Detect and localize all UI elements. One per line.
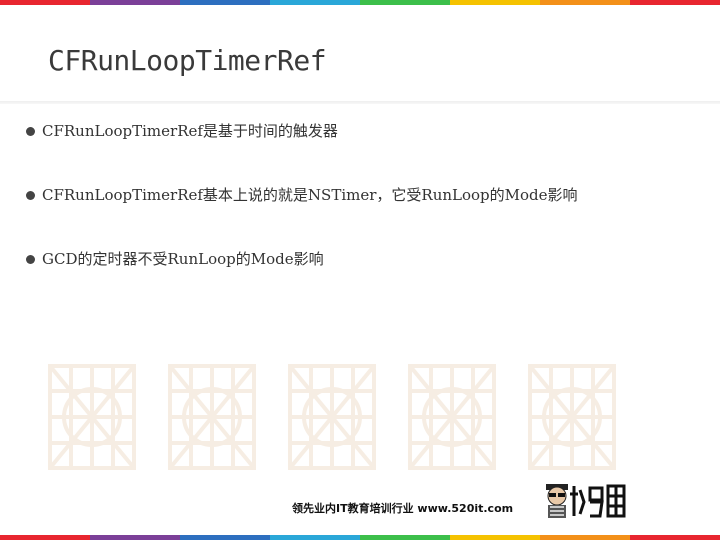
stripe-segment xyxy=(180,535,270,540)
watermark-grid-icon xyxy=(408,364,496,470)
bullet-dot-icon xyxy=(26,127,35,136)
bottom-color-stripe xyxy=(0,535,720,540)
stripe-segment xyxy=(630,0,720,5)
stripe-segment xyxy=(180,0,270,5)
bullet-text: CFRunLoopTimerRef是基于时间的触发器 xyxy=(42,122,338,140)
bullet-item: CFRunLoopTimerRef是基于时间的触发器 xyxy=(24,121,578,141)
top-color-stripe xyxy=(0,0,720,5)
title-divider xyxy=(0,101,720,104)
stripe-segment xyxy=(360,0,450,5)
bullet-item: CFRunLoopTimerRef基本上说的就是NSTimer，它受RunLoo… xyxy=(24,185,578,205)
watermark-grid-icon xyxy=(48,364,136,470)
bullet-dot-icon xyxy=(26,191,35,200)
stripe-segment xyxy=(90,535,180,540)
stripe-segment xyxy=(450,0,540,5)
bullet-list: CFRunLoopTimerRef是基于时间的触发器 CFRunLoopTime… xyxy=(24,121,578,313)
slide-title: CFRunLoopTimerRef xyxy=(48,44,327,77)
bullet-text: CFRunLoopTimerRef基本上说的就是NSTimer，它受RunLoo… xyxy=(42,186,578,204)
stripe-segment xyxy=(270,535,360,540)
stripe-segment xyxy=(540,0,630,5)
watermark-grid-icon xyxy=(288,364,376,470)
bullet-text: GCD的定时器不受RunLoop的Mode影响 xyxy=(42,250,324,268)
stripe-segment xyxy=(630,535,720,540)
stripe-segment xyxy=(450,535,540,540)
footer-tagline: 领先业内IT教育培训行业 www.520it.com xyxy=(292,502,514,515)
stripe-segment xyxy=(0,0,90,5)
bullet-item: GCD的定时器不受RunLoop的Mode影响 xyxy=(24,249,578,269)
stripe-segment xyxy=(0,535,90,540)
xiaoma-logo-icon xyxy=(546,484,626,518)
watermark-grid-icon xyxy=(168,364,256,470)
watermark-pattern xyxy=(47,363,617,471)
stripe-segment xyxy=(540,535,630,540)
stripe-segment xyxy=(270,0,360,5)
bullet-dot-icon xyxy=(26,255,35,264)
stripe-segment xyxy=(360,535,450,540)
watermark-grid-icon xyxy=(528,364,616,470)
stripe-segment xyxy=(90,0,180,5)
